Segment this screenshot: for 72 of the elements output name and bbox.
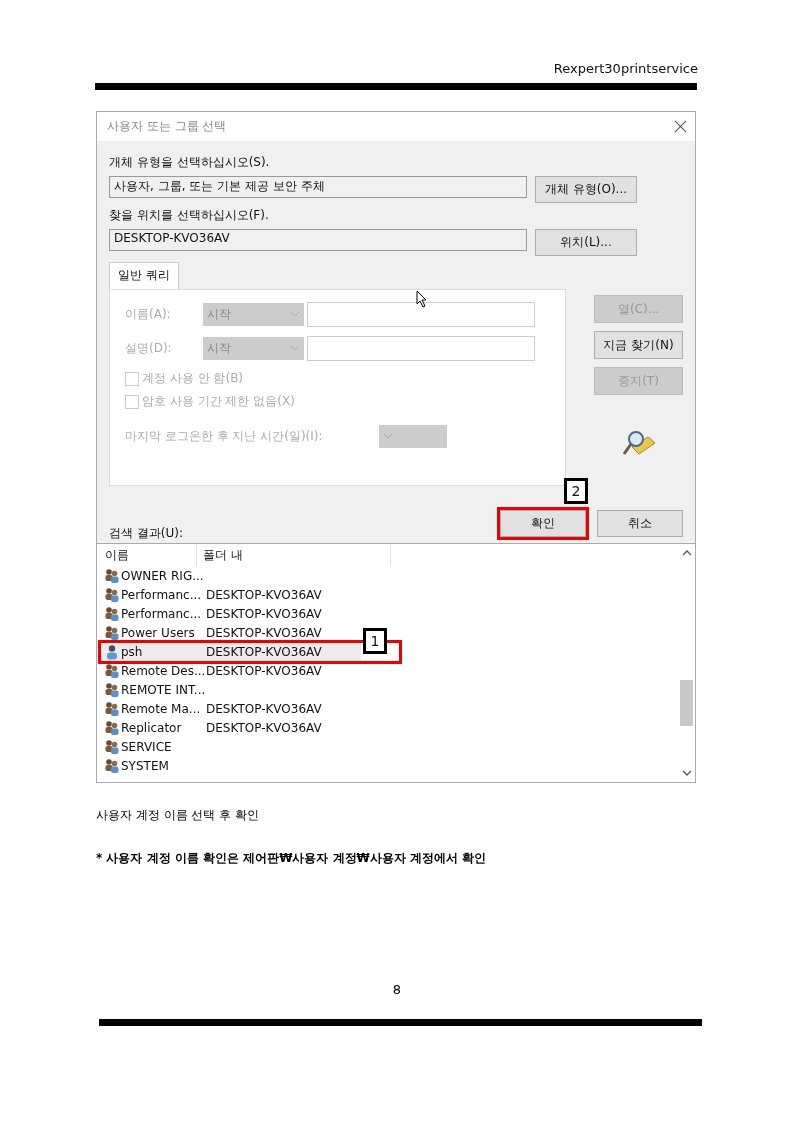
search-icon (621, 429, 656, 457)
caption: 사용자 계정 이름 선택 후 확인 (96, 807, 261, 824)
result-row[interactable]: SERVICE (99, 737, 361, 756)
result-row[interactable]: Replicator DESKTOP-KVO36AV (99, 718, 361, 737)
callout-number: 1 (363, 628, 387, 654)
folder-cell: DESKTOP-KVO36AV (206, 644, 322, 659)
result-row[interactable]: REMOTE INT... (99, 680, 361, 699)
column-header[interactable]: 폴더 내 (197, 544, 391, 566)
page-number: 8 (392, 982, 402, 997)
user-group-icon (104, 719, 120, 736)
chevron-down-icon (290, 311, 300, 317)
result-row[interactable]: OWNER RIG... (99, 566, 361, 585)
locations-button[interactable]: 위치(L)... (535, 229, 637, 256)
field-label: 찾을 위치를 선택하십시오(F). (109, 207, 269, 224)
ok-button[interactable]: 확인 (500, 510, 586, 537)
user-group-icon (104, 662, 120, 679)
account-name: psh (121, 644, 143, 659)
folder-cell: DESKTOP-KVO36AV (206, 720, 322, 735)
account-name: Remote Ma... (121, 701, 201, 716)
location-field: DESKTOP-KVO36AV (109, 229, 527, 251)
result-row[interactable]: Remote Des...DESKTOP-KVO36AV (99, 661, 361, 680)
user-icon (104, 643, 120, 660)
object-type-field: 사용자, 그룹, 또는 기본 제공 보안 주체 (109, 176, 527, 198)
folder-cell: DESKTOP-KVO36AV (206, 587, 322, 602)
folder-cell: DESKTOP-KVO36AV (206, 663, 322, 678)
tab[interactable]: 일반 쿼리 (109, 262, 179, 289)
callout-number: 2 (564, 478, 588, 504)
user-group-icon (104, 738, 120, 755)
column-header[interactable]: 이름 (99, 544, 197, 566)
field-label: 마지막 로그온한 후 지난 시간(일)(I): (125, 427, 323, 445)
account-name: OWNER RIG... (121, 568, 204, 583)
user-group-icon (104, 700, 120, 717)
field-label: 설명(D): (125, 339, 173, 357)
user-group-icon (104, 567, 120, 584)
close-icon[interactable] (674, 120, 687, 133)
side-button[interactable]: 지금 찾기(N) (594, 331, 683, 359)
account-name: SERVICE (121, 739, 172, 754)
result-row[interactable]: Performanc... DESKTOP-KVO36AV (99, 585, 361, 604)
field-label: 개체 유형을 선택하십시오(S). (109, 154, 270, 171)
account-name: Remote Des... (121, 663, 206, 678)
user-group-icon (104, 605, 120, 622)
account-name: Power Users (121, 625, 195, 640)
chevron-down-icon (382, 433, 393, 439)
folder-cell: DESKTOP-KVO36AV (206, 606, 322, 621)
scroll-down-icon[interactable] (681, 770, 692, 776)
field-label: 이름(A): (125, 305, 172, 323)
note: * 사용자 계정 이름 확인은 제어판₩사용자 계정₩사용자 계정에서 확인 (96, 850, 488, 867)
object-types-button[interactable]: 개체 유형(O)... (535, 176, 637, 203)
account-name: Replicator (121, 720, 182, 735)
scroll-up-icon[interactable] (681, 550, 692, 556)
account-name: Performanc... (121, 606, 202, 621)
account-name: REMOTE INT... (121, 682, 206, 697)
cancel-button[interactable]: 취소 (597, 510, 683, 537)
user-group-icon (104, 757, 120, 774)
result-row[interactable]: Performanc... DESKTOP-KVO36AV (99, 604, 361, 623)
scrollbar-thumb[interactable] (680, 680, 693, 726)
folder-cell: DESKTOP-KVO36AV (206, 701, 322, 716)
chevron-down-icon (290, 345, 300, 351)
result-row[interactable]: Remote Ma... DESKTOP-KVO36AV (99, 699, 361, 718)
user-group-icon (104, 586, 120, 603)
folder-cell: DESKTOP-KVO36AV (206, 625, 322, 640)
result-row[interactable]: SYSTEM (99, 756, 361, 775)
user-group-icon (104, 681, 120, 698)
checkbox-label: 암호 사용 기간 제한 없음(X) (142, 393, 295, 410)
user-group-icon (104, 624, 120, 641)
window-title: 사용자 또는 그룹 선택 (107, 118, 227, 135)
account-name: Performanc... (121, 587, 202, 602)
results-label: 검색 결과(U): (109, 525, 183, 542)
checkbox-label: 계정 사용 안 함(B) (142, 370, 244, 387)
document-header: Rexpert30printservice (553, 61, 698, 78)
account-name: SYSTEM (121, 758, 169, 773)
result-row[interactable]: Power Users DESKTOP-KVO36AV (99, 623, 361, 642)
